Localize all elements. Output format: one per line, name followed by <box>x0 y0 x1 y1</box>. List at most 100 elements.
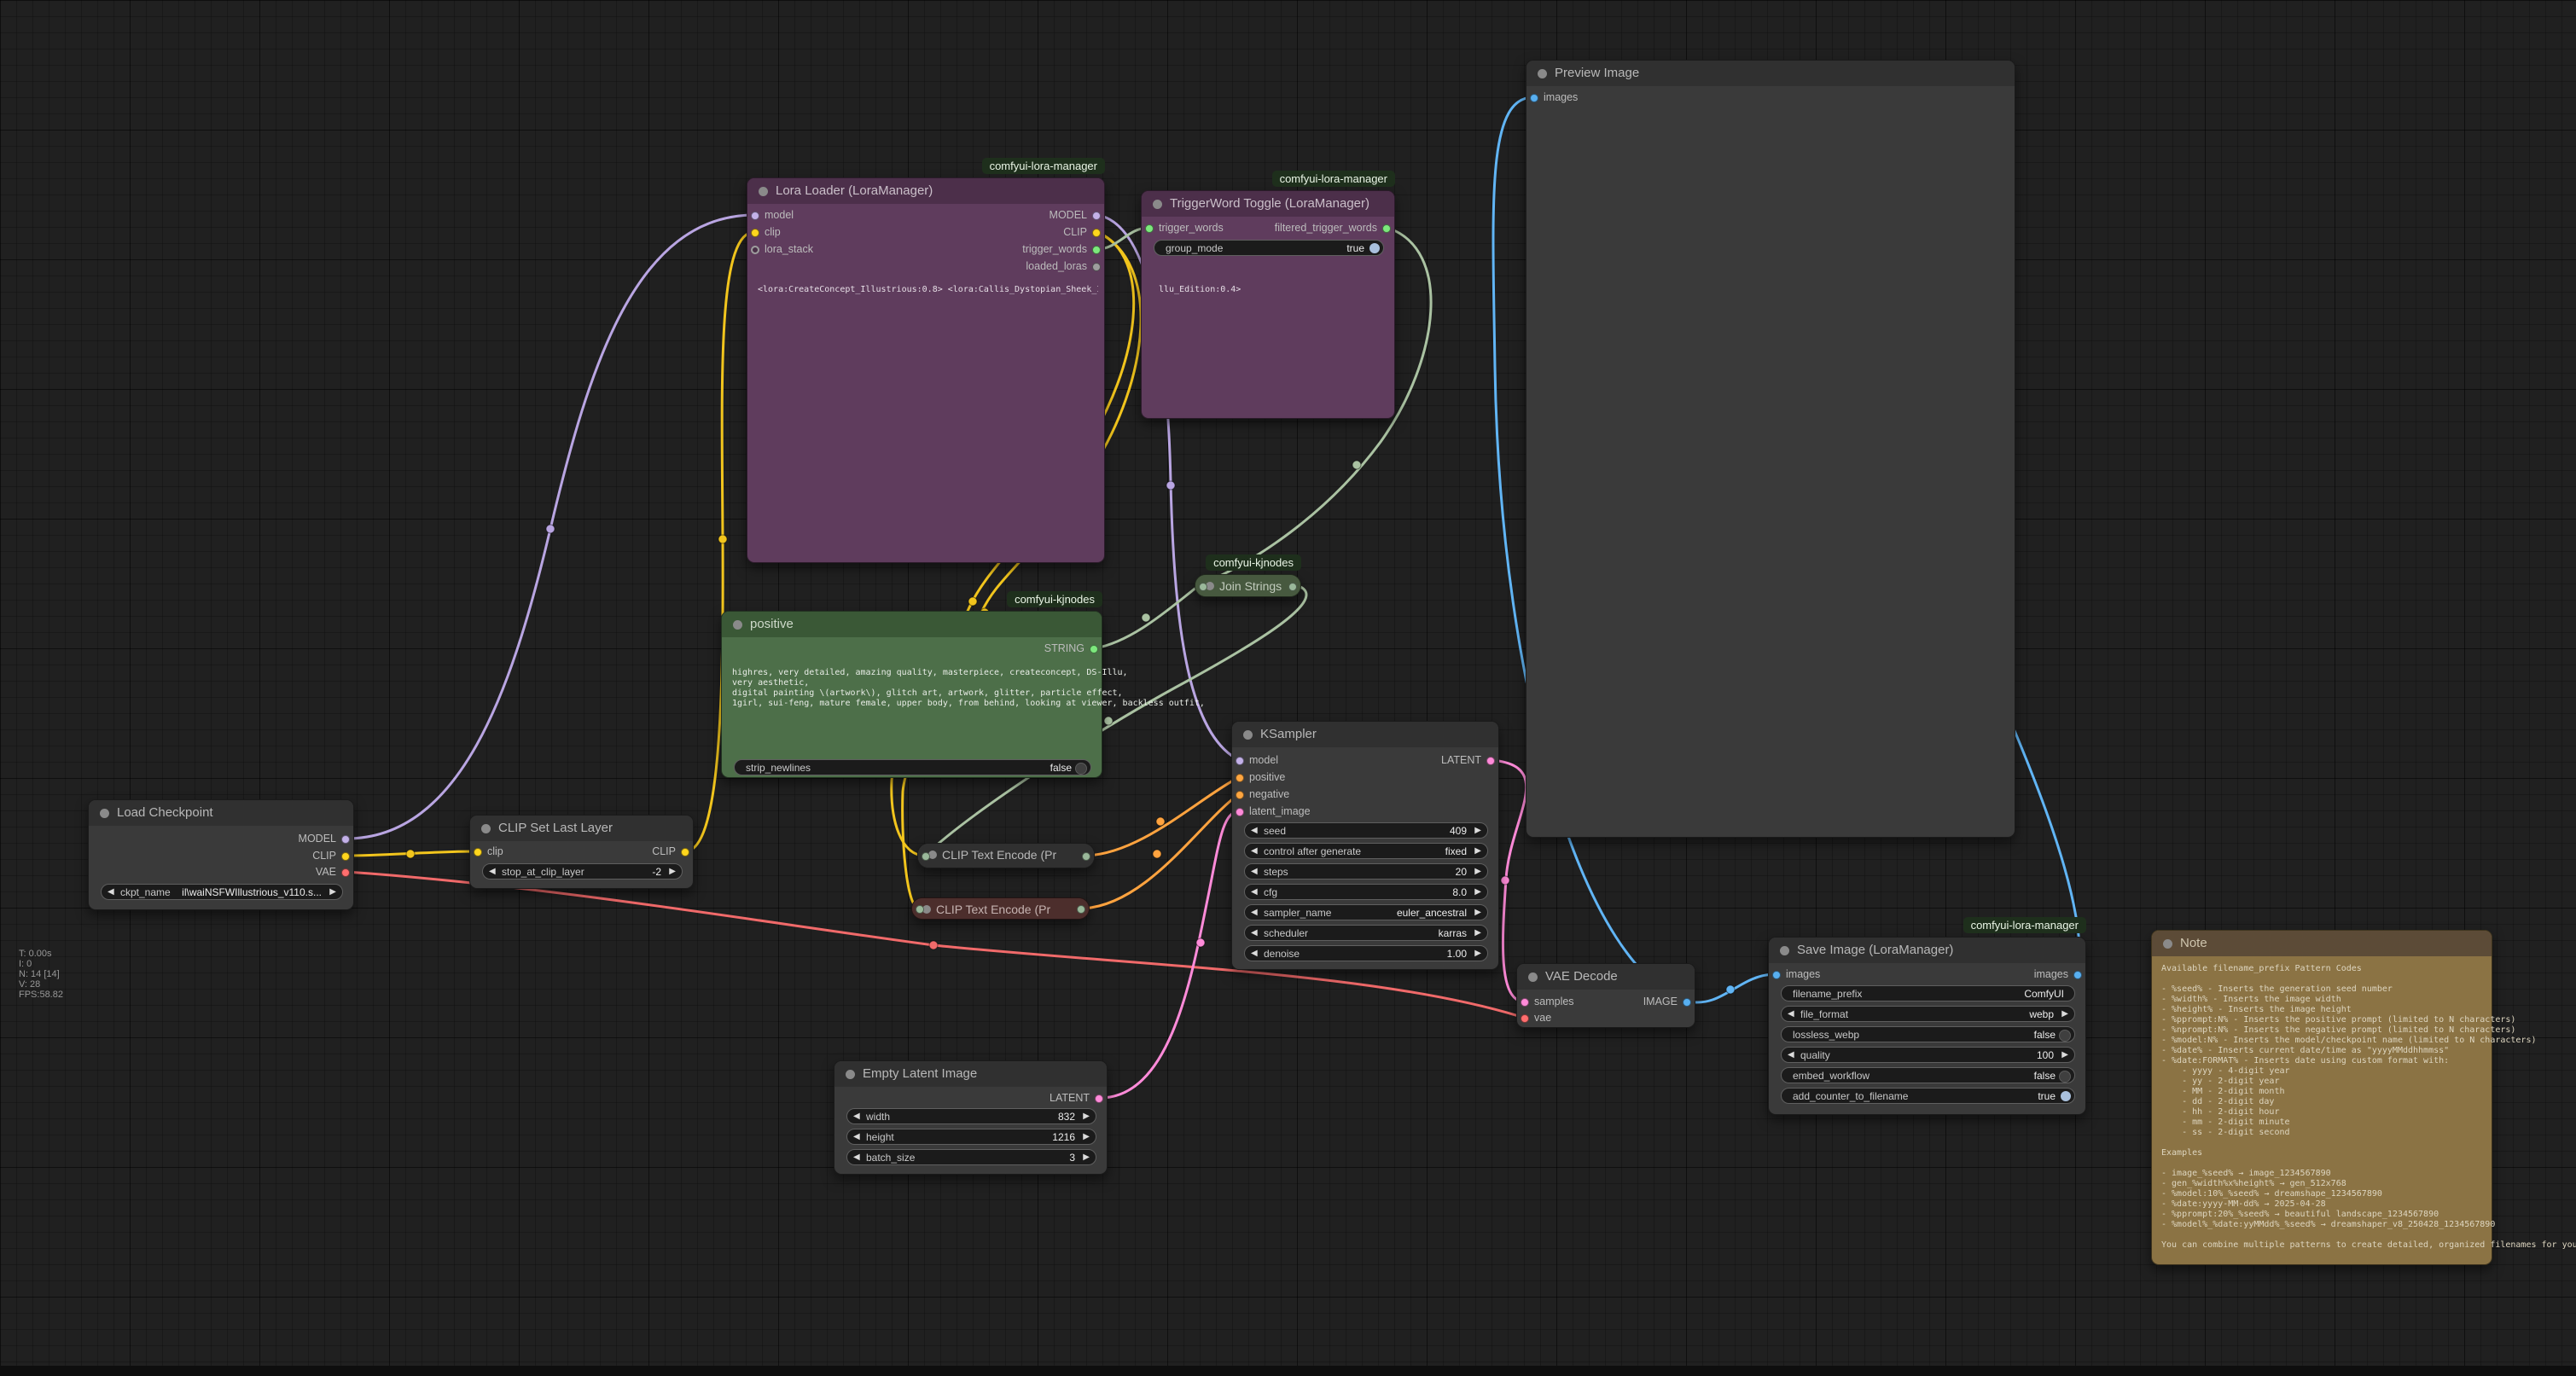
images-output-port[interactable] <box>2073 971 2082 979</box>
add_counter_to_filename-widget[interactable]: add_counter_to_filenametrue <box>1781 1088 2075 1104</box>
combo-right-arrow-icon[interactable]: ▶ <box>329 887 336 897</box>
combo-left-arrow-icon[interactable]: ◀ <box>853 1152 860 1162</box>
control_after_generate-widget[interactable]: ◀▶control after generatefixed <box>1244 843 1488 859</box>
node-clip-set-last-layer[interactable]: CLIP Set Last LayerclipCLIP◀▶stop_at_cli… <box>469 815 694 889</box>
output-output-port[interactable] <box>1082 852 1090 861</box>
link-midpoint-dot[interactable] <box>1196 938 1205 947</box>
toggle-dot[interactable] <box>2059 1071 2071 1083</box>
lossless_webp-widget[interactable]: lossless_webpfalse <box>1781 1026 2075 1042</box>
collapse-dot-icon[interactable] <box>846 1070 855 1079</box>
combo-left-arrow-icon[interactable]: ◀ <box>1788 1050 1794 1060</box>
combo-left-arrow-icon[interactable]: ◀ <box>1251 887 1258 897</box>
negative-input-port[interactable] <box>1236 791 1244 799</box>
strip_newlines-widget[interactable]: strip_newlinesfalse <box>734 759 1091 775</box>
trigger_words-input-port[interactable] <box>1145 224 1154 233</box>
embed_workflow-widget[interactable]: embed_workflowfalse <box>1781 1067 2075 1083</box>
link-midpoint-dot[interactable] <box>1156 817 1165 826</box>
filename_prefix-widget[interactable]: filename_prefixComfyUI <box>1781 985 2075 1002</box>
node-titlebar[interactable]: CLIP Text Encode (Pr <box>918 844 1094 868</box>
node-ksampler[interactable]: KSamplermodelpositivenegativelatent_imag… <box>1231 721 1499 970</box>
node-titlebar[interactable]: VAE Decode <box>1517 964 1695 990</box>
MODEL-output-port[interactable] <box>1092 212 1101 220</box>
node-vae-decode[interactable]: VAE DecodesamplesvaeIMAGE <box>1516 963 1695 1028</box>
height-widget[interactable]: ◀▶height1216 <box>846 1129 1096 1145</box>
CLIP-output-port[interactable] <box>1092 229 1101 237</box>
CLIP-output-port[interactable] <box>341 852 350 861</box>
combo-right-arrow-icon[interactable]: ▶ <box>1474 887 1481 897</box>
link-midpoint-dot[interactable] <box>1166 481 1175 490</box>
collapse-dot-icon[interactable] <box>1528 972 1538 982</box>
combo-right-arrow-icon[interactable]: ▶ <box>1083 1112 1090 1121</box>
link-midpoint-dot[interactable] <box>406 850 415 858</box>
collapse-dot-icon[interactable] <box>733 620 742 630</box>
node-titlebar[interactable]: Note <box>2152 931 2492 956</box>
width-widget[interactable]: ◀▶width832 <box>846 1108 1096 1124</box>
combo-right-arrow-icon[interactable]: ▶ <box>1474 908 1481 917</box>
node-empty-latent-image[interactable]: Empty Latent ImageLATENT◀▶width832◀▶heig… <box>834 1060 1108 1175</box>
node-lora-loader[interactable]: Lora Loader (LoraManager)modelcliplora_s… <box>747 177 1105 563</box>
combo-right-arrow-icon[interactable]: ▶ <box>669 867 676 876</box>
node-titlebar[interactable]: Preview Image <box>1526 61 2015 86</box>
node-clip-text-encode-positive[interactable]: CLIP Text Encode (Pr <box>917 843 1095 868</box>
link-midpoint-dot[interactable] <box>718 535 727 543</box>
denoise-widget[interactable]: ◀▶denoise1.00 <box>1244 945 1488 961</box>
combo-right-arrow-icon[interactable]: ▶ <box>1083 1132 1090 1141</box>
batch_size-widget[interactable]: ◀▶batch_size3 <box>846 1149 1096 1165</box>
collapse-dot-icon[interactable] <box>1780 946 1789 955</box>
combo-right-arrow-icon[interactable]: ▶ <box>1474 949 1481 958</box>
combo-left-arrow-icon[interactable]: ◀ <box>1788 1009 1794 1019</box>
CLIP-output-port[interactable] <box>681 848 689 856</box>
group_mode-widget[interactable]: group_modetrue <box>1154 240 1384 256</box>
node-triggerword-toggle[interactable]: TriggerWord Toggle (LoraManager)trigger_… <box>1141 190 1395 419</box>
file_format-widget[interactable]: ◀▶file_formatwebp <box>1781 1006 2075 1022</box>
collapse-dot-icon[interactable] <box>1538 69 1547 78</box>
clip-input-port[interactable] <box>751 229 759 237</box>
link-midpoint-dot[interactable] <box>546 525 555 533</box>
toggle-dot[interactable] <box>2059 1030 2071 1042</box>
node-titlebar[interactable]: positive <box>722 612 1102 637</box>
combo-left-arrow-icon[interactable]: ◀ <box>1251 908 1258 917</box>
STRING-output-port[interactable] <box>1090 645 1098 653</box>
node-text[interactable]: <lora:CreateConcept_Illustrious:0.8> <lo… <box>758 285 1098 295</box>
MODEL-output-port[interactable] <box>341 835 350 844</box>
node-titlebar[interactable]: CLIP Set Last Layer <box>470 816 693 841</box>
combo-left-arrow-icon[interactable]: ◀ <box>853 1132 860 1141</box>
output-output-port[interactable] <box>1288 583 1297 591</box>
model-input-port[interactable] <box>751 212 759 220</box>
node-join-strings[interactable]: Join Strings <box>1195 574 1301 597</box>
combo-left-arrow-icon[interactable]: ◀ <box>1251 867 1258 876</box>
node-titlebar[interactable]: TriggerWord Toggle (LoraManager) <box>1142 191 1394 217</box>
clip-input-port[interactable] <box>474 848 482 856</box>
collapse-dot-icon[interactable] <box>1243 730 1253 740</box>
LATENT-output-port[interactable] <box>1486 757 1495 765</box>
link-midpoint-dot[interactable] <box>929 941 938 949</box>
samples-input-port[interactable] <box>1521 998 1529 1007</box>
node-titlebar[interactable]: CLIP Text Encode (Pr <box>912 898 1089 919</box>
node-titlebar[interactable]: Save Image (LoraManager) <box>1769 938 2085 963</box>
node-titlebar[interactable]: Join Strings <box>1195 575 1300 596</box>
scheduler-widget[interactable]: ◀▶schedulerkarras <box>1244 925 1488 941</box>
seed-widget[interactable]: ◀▶seed409 <box>1244 822 1488 839</box>
link-midpoint-dot[interactable] <box>1104 717 1113 725</box>
model-input-port[interactable] <box>1236 757 1244 765</box>
collapse-dot-icon[interactable] <box>100 809 109 818</box>
VAE-output-port[interactable] <box>341 868 350 877</box>
combo-right-arrow-icon[interactable]: ▶ <box>1474 928 1481 938</box>
LATENT-output-port[interactable] <box>1095 1094 1103 1103</box>
node-titlebar[interactable]: Empty Latent Image <box>834 1061 1107 1087</box>
steps-widget[interactable]: ◀▶steps20 <box>1244 863 1488 880</box>
toggle-dot[interactable] <box>1369 243 1380 253</box>
collapse-dot-icon[interactable] <box>1153 200 1162 209</box>
link-midpoint-dot[interactable] <box>1153 850 1161 858</box>
node-graph-canvas[interactable]: Load CheckpointMODELCLIPVAE◀▶ckpt_nameil… <box>0 0 2576 1376</box>
link-midpoint-dot[interactable] <box>1142 613 1150 622</box>
filtered_trigger_words-output-port[interactable] <box>1382 224 1391 233</box>
input-input-port[interactable] <box>922 852 930 861</box>
node-clip-text-encode-negative[interactable]: CLIP Text Encode (Pr <box>911 897 1090 920</box>
node-text[interactable]: Available filename_prefix Pattern Codes … <box>2161 964 2576 1251</box>
ckpt_name-widget[interactable]: ◀▶ckpt_nameil\waiNSFWIllustrious_v110.s.… <box>101 884 343 900</box>
combo-left-arrow-icon[interactable]: ◀ <box>1251 826 1258 835</box>
input-input-port[interactable] <box>916 905 924 914</box>
combo-right-arrow-icon[interactable]: ▶ <box>1474 826 1481 835</box>
combo-right-arrow-icon[interactable]: ▶ <box>1474 846 1481 856</box>
